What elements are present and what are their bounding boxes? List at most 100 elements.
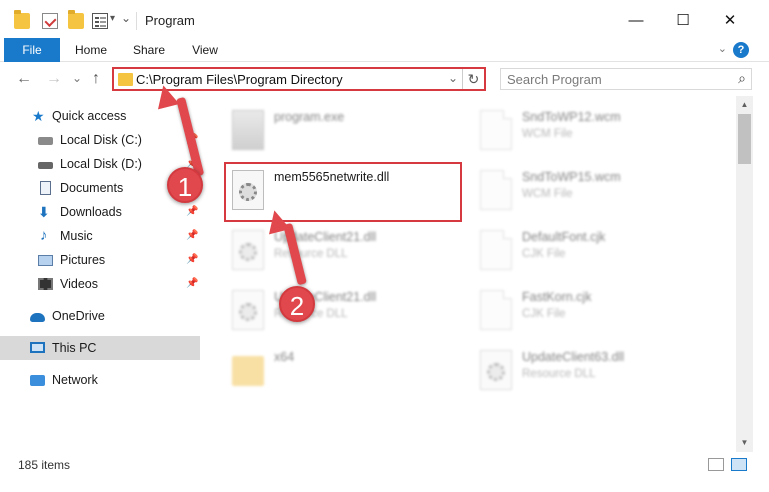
navigation-pane: ★ Quick access Local Disk (C:) 📌 Local D… xyxy=(0,96,200,452)
sidebar-item-label: Network xyxy=(52,373,98,387)
properties-check-icon[interactable] xyxy=(42,13,58,29)
customize-arrow-icon[interactable]: ⌄ xyxy=(121,11,131,25)
pin-icon[interactable]: 📌 xyxy=(186,224,198,248)
sidebar-item-videos[interactable]: Videos 📌 xyxy=(0,272,200,296)
cloud-icon xyxy=(30,313,45,322)
file-item-updateclient21-dll-2[interactable]: UpdateClient21.dll Resource DLL xyxy=(228,284,458,340)
document-file-icon xyxy=(480,110,512,150)
sidebar-item-label: Local Disk (D:) xyxy=(60,157,142,171)
toolbar-dropdown-icon[interactable]: ▾ xyxy=(110,13,115,24)
recent-locations-icon[interactable]: ⌄ xyxy=(72,71,82,85)
title-bar: ▾ ⌄ Program — ☐ ✕ xyxy=(0,0,769,42)
details-view-icon[interactable] xyxy=(708,458,724,471)
sidebar-item-downloads[interactable]: ⬇ Downloads 📌 xyxy=(0,200,200,224)
step-2-badge: 2 xyxy=(279,286,315,322)
item-count: 185 items xyxy=(18,458,71,472)
file-type: CJK File xyxy=(522,308,566,320)
gear-icon xyxy=(239,243,257,261)
drive-icon xyxy=(38,137,53,145)
sidebar-item-label: Pictures xyxy=(60,253,106,267)
file-item-sndtowp12-wcm[interactable]: SndToWP12.wcm WCM File xyxy=(476,104,726,160)
address-dropdown-icon[interactable]: ⌄ xyxy=(448,71,458,85)
sidebar-item-local-disk-c[interactable]: Local Disk (C:) 📌 xyxy=(0,128,200,152)
vertical-scrollbar[interactable]: ▲ ▼ xyxy=(736,96,753,452)
large-icons-view-icon[interactable] xyxy=(731,458,747,471)
window-title: Program xyxy=(145,13,195,28)
file-list: program.exe mem5565netwrite.dll UpdateCl… xyxy=(200,96,736,452)
sidebar-item-local-disk-d[interactable]: Local Disk (D:) 📌 xyxy=(0,152,200,176)
file-item-program-exe[interactable]: program.exe xyxy=(228,104,458,160)
file-type: CJK File xyxy=(522,248,566,260)
exe-file-icon xyxy=(232,110,264,150)
dll-file-icon xyxy=(232,230,264,270)
sidebar-item-quick-access[interactable]: ★ Quick access xyxy=(0,104,200,128)
sidebar-item-label: Downloads xyxy=(60,205,122,219)
tab-share[interactable]: Share xyxy=(124,38,174,62)
drive-icon xyxy=(38,162,53,169)
sidebar-item-label: Quick access xyxy=(52,109,127,123)
sidebar-item-label: Music xyxy=(60,229,93,243)
file-item-updateclient63-dll[interactable]: UpdateClient63.dll Resource DLL xyxy=(476,344,726,400)
forward-button[interactable]: → xyxy=(46,70,62,88)
sidebar-item-this-pc[interactable]: This PC xyxy=(0,336,200,360)
music-icon: ♪ xyxy=(40,227,48,244)
gear-icon xyxy=(239,303,257,321)
file-item-sndtowp15-wcm[interactable]: SndToWP15.wcm WCM File xyxy=(476,164,726,220)
step-1-badge: 1 xyxy=(167,167,203,203)
pin-icon[interactable]: 📌 xyxy=(186,200,198,224)
scroll-down-icon[interactable]: ▼ xyxy=(736,436,753,450)
file-name: FastKorn.cjk xyxy=(522,290,592,304)
help-icon[interactable]: ? xyxy=(733,42,749,58)
gear-icon xyxy=(487,363,505,381)
minimize-button[interactable]: — xyxy=(613,0,659,42)
ribbon-tabs: File Home Share View ⌄ ? xyxy=(0,38,769,94)
file-item-updateclient21-dll[interactable]: UpdateClient21.dll Resource DLL xyxy=(228,224,458,280)
file-name: program.exe xyxy=(274,110,345,124)
file-type: WCM File xyxy=(522,128,573,140)
sidebar-item-pictures[interactable]: Pictures 📌 xyxy=(0,248,200,272)
search-box[interactable]: ⌕ xyxy=(500,68,752,90)
up-button[interactable]: ↑ xyxy=(92,70,100,88)
file-item-defaultfont-cjk[interactable]: DefaultFont.cjk CJK File xyxy=(476,224,726,280)
folder-icon xyxy=(232,356,264,386)
folder-icon[interactable] xyxy=(14,10,30,29)
videos-icon xyxy=(38,278,53,290)
file-name: DefaultFont.cjk xyxy=(522,230,606,244)
file-name: SndToWP12.wcm xyxy=(522,110,621,124)
star-icon: ★ xyxy=(32,108,45,124)
file-type: WCM File xyxy=(522,188,573,200)
file-item-fastkorn-cjk[interactable]: FastKorn.cjk CJK File xyxy=(476,284,726,340)
sidebar-item-network[interactable]: Network xyxy=(0,368,200,392)
ribbon-expand-icon[interactable]: ⌄ xyxy=(718,42,727,55)
pin-icon[interactable]: 📌 xyxy=(186,272,198,296)
close-button[interactable]: ✕ xyxy=(707,0,753,42)
sidebar-item-label: This PC xyxy=(52,341,97,355)
search-input[interactable] xyxy=(501,69,721,89)
tab-home[interactable]: Home xyxy=(66,38,116,62)
dll-file-icon xyxy=(232,290,264,330)
file-item-x64[interactable]: x64 xyxy=(228,344,458,400)
file-name: SndToWP15.wcm xyxy=(522,170,621,184)
file-highlight-box xyxy=(224,162,462,222)
file-name: UpdateClient63.dll xyxy=(522,350,625,364)
sidebar-item-label: Local Disk (C:) xyxy=(60,133,142,147)
pictures-icon xyxy=(38,255,53,266)
folder-icon xyxy=(118,73,133,86)
refresh-button[interactable]: ↻ xyxy=(462,69,484,89)
back-button[interactable]: ← xyxy=(16,70,32,88)
customize-toolbar-icon[interactable] xyxy=(92,13,108,29)
scroll-thumb[interactable] xyxy=(738,114,751,164)
tab-view[interactable]: View xyxy=(180,38,230,62)
maximize-button[interactable]: ☐ xyxy=(660,0,706,42)
scroll-up-icon[interactable]: ▲ xyxy=(736,98,753,112)
document-file-icon xyxy=(480,170,512,210)
new-folder-icon[interactable] xyxy=(68,10,84,29)
search-icon[interactable]: ⌕ xyxy=(738,70,746,87)
pin-icon[interactable]: 📌 xyxy=(186,248,198,272)
file-type: Resource DLL xyxy=(522,368,596,380)
status-bar: 185 items xyxy=(0,452,769,492)
sidebar-item-onedrive[interactable]: OneDrive xyxy=(0,304,200,328)
computer-icon xyxy=(30,342,45,353)
sidebar-item-music[interactable]: ♪ Music 📌 xyxy=(0,224,200,248)
document-file-icon xyxy=(480,290,512,330)
